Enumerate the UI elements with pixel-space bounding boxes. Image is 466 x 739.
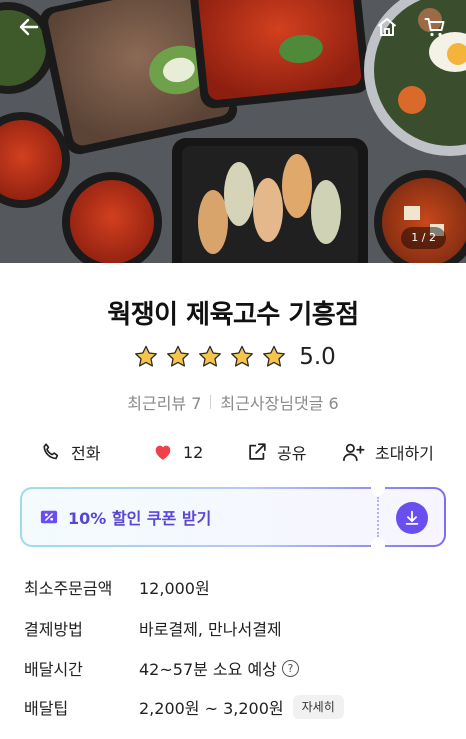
delivery-time-row: 배달시간 42~57분 소요 예상 ? bbox=[24, 655, 444, 681]
store-name: 웍쟁이 제육고수 기흥점 bbox=[107, 300, 359, 330]
star-icon bbox=[199, 345, 222, 367]
delivery-time-value: 42~57분 소요 예상 bbox=[139, 660, 277, 679]
like-count: 12 bbox=[183, 442, 204, 462]
min-order-row: 최소주문금액 12,000원 bbox=[24, 574, 444, 600]
add-user-icon bbox=[343, 443, 365, 462]
delivery-time-group: 42~57분 소요 예상 ? bbox=[139, 656, 299, 680]
share-icon bbox=[249, 443, 266, 460]
back-arrow-icon[interactable] bbox=[14, 12, 44, 42]
star-icon bbox=[263, 345, 286, 367]
payment-label: 결제방법 bbox=[24, 620, 83, 639]
hero-photo[interactable]: 1 / 2 bbox=[0, 0, 466, 263]
photo-counter: 1 / 2 bbox=[401, 227, 446, 249]
coupon-divider bbox=[377, 497, 379, 537]
invite-label: 초대하기 bbox=[375, 444, 434, 463]
tip-detail-button[interactable]: 자세히 bbox=[292, 695, 344, 719]
call-label: 전화 bbox=[71, 444, 101, 463]
star-icon bbox=[135, 345, 158, 367]
delivery-tip-row: 배달팁 2,200원 ~ 3,200원 자세히 bbox=[24, 694, 444, 720]
review-summary: 최근리뷰 7 최근사장님댓글 6 bbox=[0, 390, 466, 414]
help-icon[interactable]: ? bbox=[281, 659, 299, 677]
heart-icon bbox=[155, 445, 171, 460]
phone-icon bbox=[43, 443, 59, 460]
invite-button[interactable]: 초대하기 bbox=[342, 437, 434, 467]
home-icon[interactable] bbox=[372, 12, 402, 42]
coupon-download-button[interactable] bbox=[396, 502, 428, 534]
delivery-tip-value: 2,200원 ~ 3,200원 bbox=[139, 699, 284, 718]
cart-icon[interactable] bbox=[420, 12, 450, 42]
star-icon bbox=[167, 345, 190, 367]
share-button[interactable]: 공유 bbox=[246, 437, 306, 467]
rating-row: 5.0 bbox=[0, 344, 466, 370]
delivery-tip-group: 2,200원 ~ 3,200원 자세히 bbox=[139, 695, 344, 719]
rating-value: 5.0 bbox=[299, 344, 336, 370]
payment-row: 결제방법 바로결제, 만나서결제 bbox=[24, 615, 444, 641]
like-button[interactable]: 12 bbox=[152, 437, 203, 467]
recent-reviews-link[interactable]: 최근리뷰 7 bbox=[127, 390, 201, 414]
delivery-tip-label: 배달팁 bbox=[24, 699, 69, 718]
share-label: 공유 bbox=[277, 444, 307, 463]
owner-replies-link[interactable]: 최근사장님댓글 6 bbox=[220, 390, 338, 414]
delivery-time-label: 배달시간 bbox=[24, 660, 83, 679]
action-bar: 전화 12 공유 초대하기 bbox=[0, 437, 466, 467]
coupon-icon bbox=[40, 510, 58, 524]
min-order-value: 12,000원 bbox=[139, 579, 210, 598]
coupon-banner[interactable]: 10% 할인 쿠폰 받기 bbox=[20, 487, 446, 547]
download-icon bbox=[405, 510, 419, 525]
coupon-label: 10% 할인 쿠폰 받기 bbox=[68, 509, 212, 528]
call-button[interactable]: 전화 bbox=[40, 437, 100, 467]
coupon-notch bbox=[371, 487, 385, 496]
star-icon bbox=[231, 345, 254, 367]
min-order-label: 최소주문금액 bbox=[24, 579, 113, 598]
payment-value: 바로결제, 만나서결제 bbox=[139, 620, 282, 639]
coupon-notch bbox=[371, 538, 385, 547]
divider bbox=[210, 395, 212, 409]
